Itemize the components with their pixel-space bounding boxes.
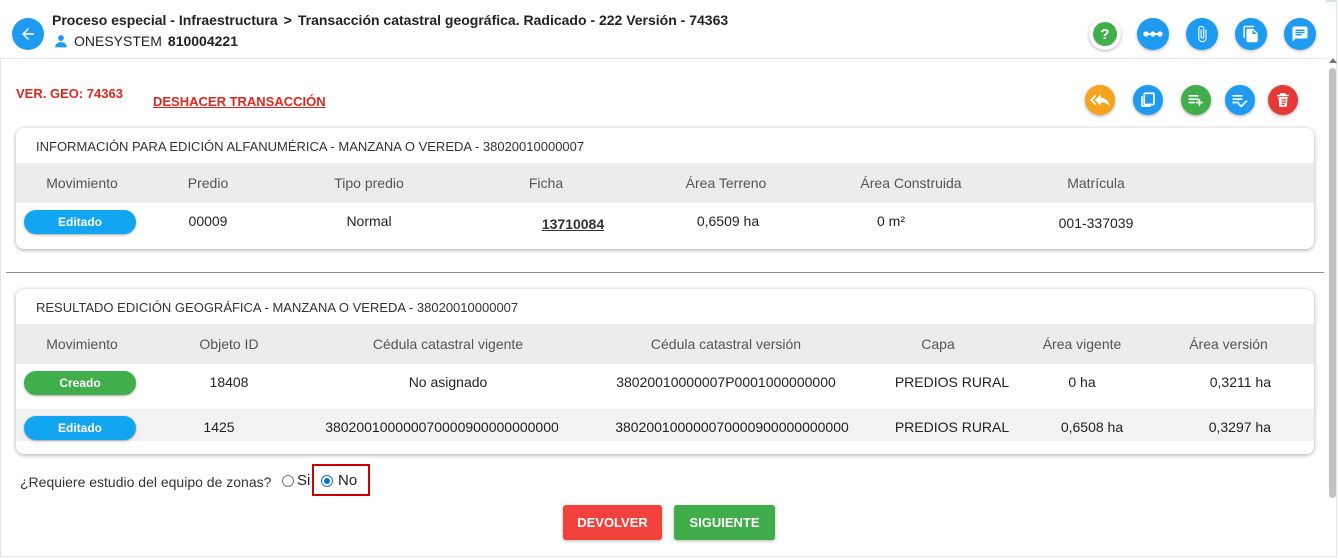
breadcrumb-process: Proceso especial - Infraestructura: [52, 12, 278, 28]
geo-cell-area-vigente: 0,6508 ha: [1060, 419, 1124, 435]
delete-button[interactable]: [1268, 85, 1298, 115]
geo-cell-area-version: 0,3211 ha: [1209, 374, 1271, 390]
ficha-link[interactable]: 13710084: [503, 216, 643, 232]
geo-cell-capa: PREDIOS RURAL: [894, 419, 1010, 435]
user-id: 810004221: [167, 33, 238, 49]
geo-col-objeto-id: Objeto ID: [199, 336, 259, 352]
radio-no[interactable]: [321, 475, 333, 487]
attachment-icon: [1198, 25, 1207, 43]
alfa-table-header: Movimiento Predio Tipo predio Ficha Área…: [16, 163, 1314, 203]
alfa-col-area-terreno: Área Terreno: [685, 175, 767, 191]
geo-card-title: RESULTADO EDICIÓN GEOGRÁFICA - MANZANA O…: [36, 300, 519, 315]
user-name: ONESYSTEM: [74, 33, 162, 49]
alfa-cell-area-terreno: 0,6509 ha: [696, 213, 760, 229]
copy-icon: [1141, 92, 1155, 107]
checklist-icon: [1232, 95, 1248, 108]
alfa-cell-predio: 00009: [188, 213, 228, 229]
geo-cell-area-vigente: 0 ha: [1068, 374, 1096, 390]
table-row: Editado 1425 380200100000070000900000000…: [16, 409, 1314, 441]
geo-col-area-version: Área versión: [1189, 336, 1268, 352]
scroll-thumb[interactable]: [1329, 68, 1336, 498]
alfa-cell-area-construida: 0 m²: [877, 213, 905, 229]
help-icon: ?: [1093, 22, 1117, 46]
radio-si[interactable]: [282, 475, 294, 487]
back-button[interactable]: [12, 18, 44, 50]
reply-all-button[interactable]: [1085, 85, 1115, 115]
help-button[interactable]: ?: [1089, 18, 1121, 50]
documents-icon: [1243, 25, 1258, 43]
svg-text:?: ?: [1100, 26, 1109, 43]
add-list-icon: [1188, 95, 1203, 106]
alfa-col-tipo-predio: Tipo predio: [334, 175, 404, 191]
copy-button[interactable]: [1133, 85, 1163, 115]
table-row: Creado 18408 No asignado 38020010000007P…: [16, 364, 1314, 409]
scroll-up-arrow-icon[interactable]: [1329, 58, 1337, 63]
breadcrumb: Proceso especial - Infraestructura > Trans…: [52, 12, 728, 28]
movement-badge-editado: Editado: [24, 416, 136, 440]
breadcrumb-separator: >: [283, 12, 292, 28]
geo-cell-area-version: 0,3297 ha: [1208, 419, 1271, 435]
geo-cell-cedula-version: 38020010000007P0001000000000: [616, 374, 836, 390]
geo-col-area-vigente: Área vigente: [1042, 336, 1122, 352]
movement-badge-editado: Editado: [24, 210, 136, 234]
geo-card: RESULTADO EDICIÓN GEOGRÁFICA - MANZANA O…: [16, 289, 1314, 454]
geo-col-cedula-vigente: Cédula catastral vigente: [372, 336, 524, 352]
radio-no-label: No: [338, 472, 358, 489]
alfa-col-ficha: Ficha: [528, 175, 564, 191]
breadcrumb-transaction: Transacción catastral geográfica. Radica…: [297, 12, 729, 28]
user-info: ONESYSTEM 810004221: [54, 33, 238, 49]
documents-button[interactable]: [1235, 18, 1267, 50]
arrow-left-icon: [22, 28, 34, 40]
alfa-card: INFORMACIÓN PARA EDICIÓN ALFANUMÉRICA - …: [16, 128, 1314, 249]
section-divider: [6, 272, 1324, 273]
alfa-card-title: INFORMACIÓN PARA EDICIÓN ALFANUMÉRICA - …: [36, 139, 585, 154]
geo-col-capa: Capa: [921, 336, 955, 352]
more-icon: [1143, 31, 1163, 37]
header: Proceso especial - Infraestructura > Trans…: [0, 0, 1326, 59]
comments-button[interactable]: [1284, 18, 1316, 50]
geo-cell-objeto-id: 18408: [209, 374, 249, 390]
comments-icon: [1292, 26, 1308, 42]
next-button[interactable]: SIGUIENTE: [674, 505, 775, 540]
alfa-col-predio: Predio: [187, 175, 229, 191]
geo-cell-cedula-vigente: No asignado: [408, 374, 488, 390]
more-button[interactable]: [1137, 18, 1169, 50]
movement-badge-creado: Creado: [24, 371, 136, 395]
user-icon: [55, 35, 67, 48]
geo-version-label: VER. GEO: 74363: [16, 86, 123, 101]
geo-col-cedula-version: Cédula catastral versión: [650, 336, 802, 352]
geo-table-header: Movimiento Objeto ID Cédula catastral vi…: [16, 324, 1314, 364]
geo-cell-capa: PREDIOS RURAL: [894, 374, 1010, 390]
delete-icon: [1277, 93, 1289, 107]
return-button[interactable]: DEVOLVER: [563, 505, 662, 540]
alfa-cell-tipo: Normal: [346, 213, 392, 229]
zone-study-question: ¿Requiere estudio del equipo de zonas?: [20, 474, 272, 490]
radio-si-label: Si: [297, 472, 311, 489]
undo-transaction-link[interactable]: DESHACER TRANSACCIÓN: [153, 94, 326, 109]
add-list-button[interactable]: [1181, 85, 1211, 115]
geo-cell-objeto-id: 1425: [203, 419, 235, 435]
checklist-button[interactable]: [1225, 85, 1255, 115]
geo-col-movimiento: Movimiento: [46, 336, 118, 352]
attachment-button[interactable]: [1186, 18, 1218, 50]
geo-cell-cedula-vigente: 380200100000070000900000000000: [325, 419, 559, 435]
vertical-scrollbar[interactable]: [1328, 58, 1337, 498]
alfa-col-movimiento: Movimiento: [46, 175, 118, 191]
alfa-cell-matricula: 001-337039: [1058, 215, 1134, 231]
reply-all-icon: [1090, 94, 1110, 107]
alfa-col-area-construida: Área Construida: [860, 175, 962, 191]
geo-cell-cedula-version: 380200100000070000900000000000: [615, 419, 849, 435]
alfa-col-matricula: Matrícula: [1067, 175, 1125, 191]
